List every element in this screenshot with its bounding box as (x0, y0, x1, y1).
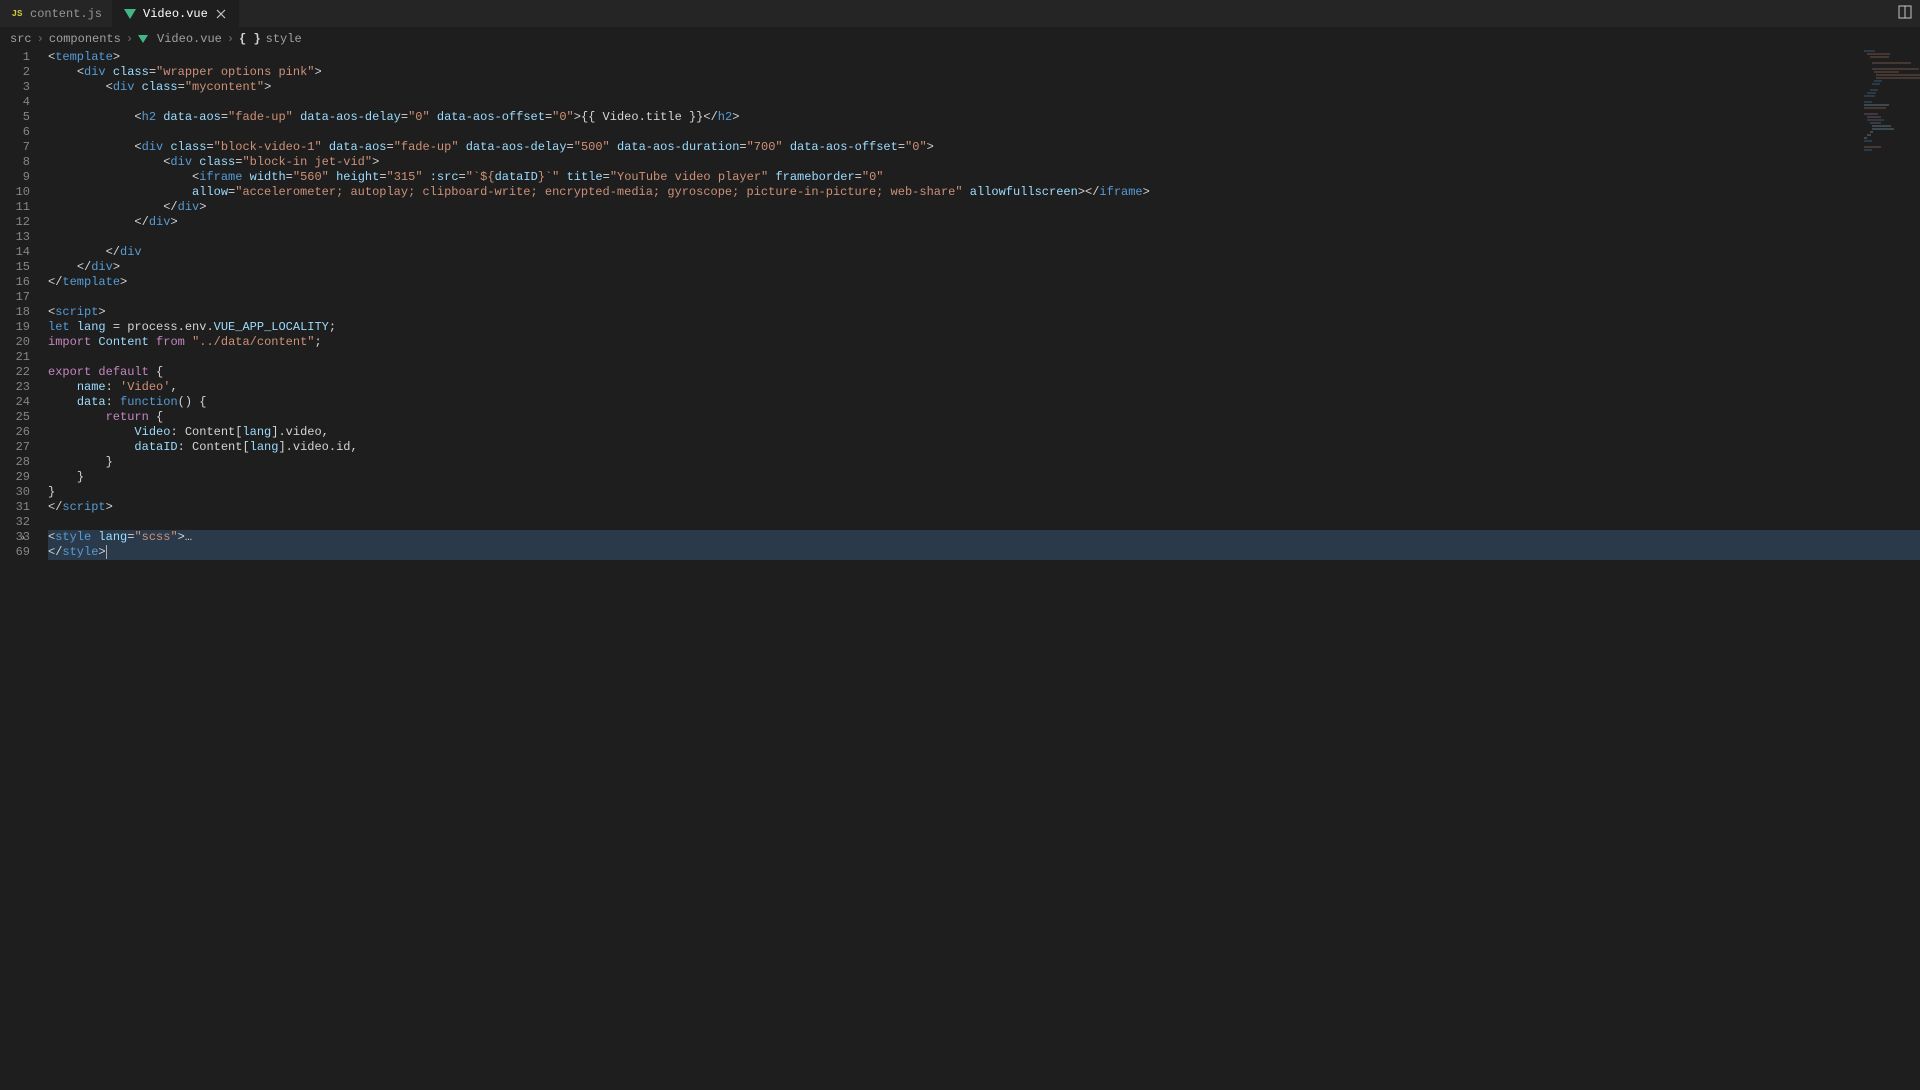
code-line (48, 515, 1920, 530)
line-number: 18 (0, 305, 30, 320)
code-line: name: 'Video', (48, 380, 1920, 395)
code-line: </div> (48, 215, 1920, 230)
line-number: 29 (0, 470, 30, 485)
line-number: 5 (0, 110, 30, 125)
code-line: </div> (48, 260, 1920, 275)
code-line: </div> (48, 200, 1920, 215)
line-number: 2 (0, 65, 30, 80)
chevron-right-icon: › (227, 32, 234, 46)
code-line (48, 125, 1920, 140)
chevron-right-icon[interactable]: › (20, 531, 26, 546)
line-number: 25 (0, 410, 30, 425)
code-line: <script> (48, 305, 1920, 320)
tab-video-vue[interactable]: Video.vue (113, 0, 239, 27)
tab-content-js[interactable]: JS content.js (0, 0, 113, 27)
line-number: 23 (0, 380, 30, 395)
vue-file-icon (123, 7, 137, 21)
code-line: } (48, 455, 1920, 470)
code-line: <div class="mycontent"> (48, 80, 1920, 95)
line-number: 32 (0, 515, 30, 530)
code-line: <h2 data-aos="fade-up" data-aos-delay="0… (48, 110, 1920, 125)
line-number: 22 (0, 365, 30, 380)
line-number: 9 (0, 170, 30, 185)
close-icon[interactable] (214, 7, 228, 21)
code-line (48, 95, 1920, 110)
line-number: 7 (0, 140, 30, 155)
code-line: </style> (48, 545, 1920, 560)
code-line (48, 350, 1920, 365)
code-line: let lang = process.env.VUE_APP_LOCALITY; (48, 320, 1920, 335)
code-line (48, 230, 1920, 245)
line-number: 13 (0, 230, 30, 245)
vue-file-icon (138, 32, 152, 46)
line-number: 6 (0, 125, 30, 140)
code-area[interactable]: <template> <div class="wrapper options p… (48, 50, 1920, 1090)
code-line: dataID: Content[lang].video.id, (48, 440, 1920, 455)
line-number: 17 (0, 290, 30, 305)
crumb-src[interactable]: src (10, 32, 32, 46)
chevron-right-icon: › (126, 32, 133, 46)
crumb-section[interactable]: style (266, 32, 302, 46)
code-line: <template> (48, 50, 1920, 65)
crumb-file[interactable]: Video.vue (157, 32, 222, 46)
line-number: 28 (0, 455, 30, 470)
code-line: </script> (48, 500, 1920, 515)
code-line (48, 290, 1920, 305)
line-number: 19 (0, 320, 30, 335)
tab-label: Video.vue (143, 7, 208, 21)
line-number: 8 (0, 155, 30, 170)
line-number: 15 (0, 260, 30, 275)
line-number: 1 (0, 50, 30, 65)
line-number: 27 (0, 440, 30, 455)
cursor (106, 545, 107, 559)
line-number: 26 (0, 425, 30, 440)
line-number: 11 (0, 200, 30, 215)
code-line: <div class="wrapper options pink"> (48, 65, 1920, 80)
line-number: 3 (0, 80, 30, 95)
code-line: Video: Content[lang].video, (48, 425, 1920, 440)
code-line: export default { (48, 365, 1920, 380)
code-line: allow="accelerometer; autoplay; clipboar… (48, 185, 1920, 200)
breadcrumb[interactable]: src › components › Video.vue › { } style (0, 28, 1920, 50)
code-line: } (48, 470, 1920, 485)
line-number: 33 › (0, 530, 30, 545)
code-line: </div (48, 245, 1920, 260)
split-editor-icon[interactable] (1898, 5, 1912, 23)
line-number: 31 (0, 500, 30, 515)
code-line: <iframe width="560" height="315" :src="`… (48, 170, 1920, 185)
code-line: <style lang="scss">… (48, 530, 1920, 545)
line-number: 21 (0, 350, 30, 365)
code-line: <div class="block-video-1" data-aos="fad… (48, 140, 1920, 155)
js-file-icon: JS (10, 7, 24, 21)
tab-label: content.js (30, 7, 102, 21)
line-number: 24 (0, 395, 30, 410)
code-line: import Content from "../data/content"; (48, 335, 1920, 350)
code-line: return { (48, 410, 1920, 425)
tabs-bar: JS content.js Video.vue (0, 0, 1920, 28)
line-number: 30 (0, 485, 30, 500)
line-number: 69 (0, 545, 30, 560)
code-line: </template> (48, 275, 1920, 290)
code-line: } (48, 485, 1920, 500)
line-number: 4 (0, 95, 30, 110)
chevron-right-icon: › (37, 32, 44, 46)
line-number: 12 (0, 215, 30, 230)
line-number: 16 (0, 275, 30, 290)
code-line: data: function() { (48, 395, 1920, 410)
gutter: 1 2 3 4 5 6 7 8 9 10 11 12 13 14 15 16 1… (0, 50, 48, 1090)
crumb-components[interactable]: components (49, 32, 121, 46)
line-number: 20 (0, 335, 30, 350)
editor[interactable]: 1 2 3 4 5 6 7 8 9 10 11 12 13 14 15 16 1… (0, 50, 1920, 1090)
line-number: 14 (0, 245, 30, 260)
line-number: 10 (0, 185, 30, 200)
braces-icon: { } (239, 32, 261, 46)
code-line: <div class="block-in jet-vid"> (48, 155, 1920, 170)
